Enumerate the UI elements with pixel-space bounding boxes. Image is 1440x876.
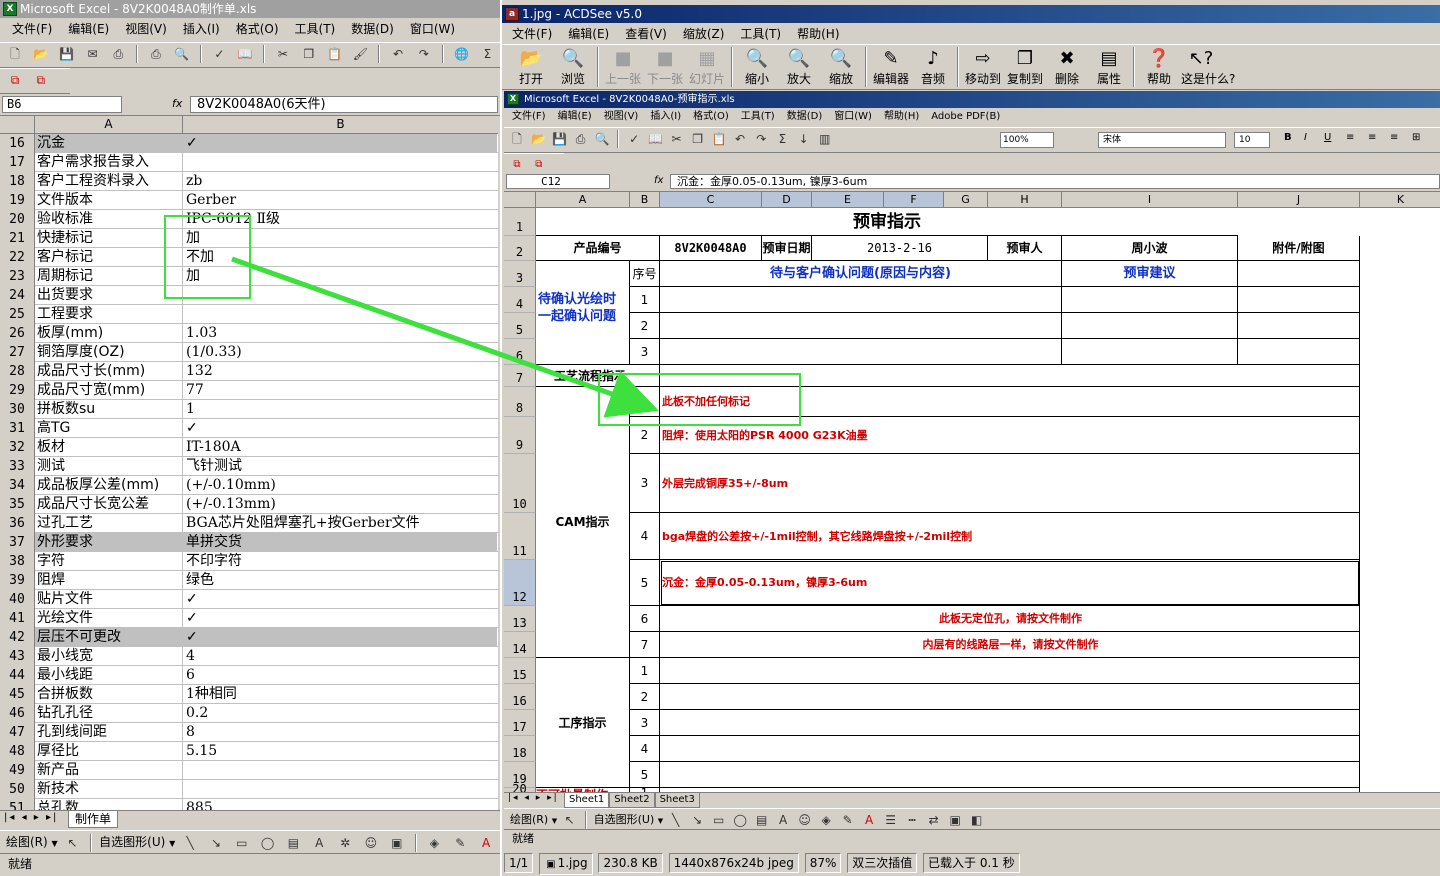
annotation-arrow [231,256,659,418]
